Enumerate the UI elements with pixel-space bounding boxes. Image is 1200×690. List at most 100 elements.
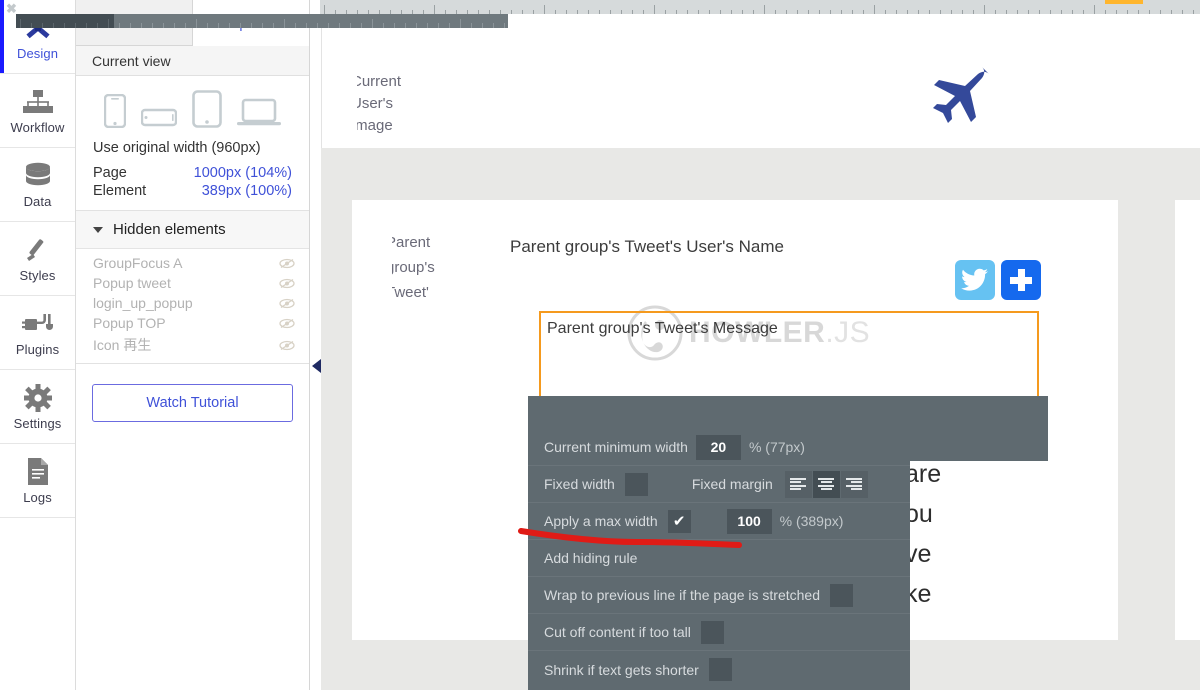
max-width-checkbox[interactable]: ✔: [667, 509, 691, 533]
phone-landscape-icon[interactable]: [140, 106, 177, 128]
slider-tick: [317, 23, 318, 28]
row-fixed-width: Fixed width Fixed margin: [528, 466, 910, 503]
hidden-item-login-up-popup[interactable]: login_up_popup: [76, 293, 309, 313]
hidden-item-groupfocus-a[interactable]: GroupFocus A: [76, 253, 309, 273]
tweet-user-image-placeholder[interactable]: Parent group's Tweet': [392, 230, 472, 306]
hidden-elements-toggle[interactable]: Hidden elements: [76, 211, 309, 249]
align-center-icon[interactable]: [812, 470, 840, 498]
current-user-image-placeholder[interactable]: Current User's Image: [357, 72, 431, 146]
metric-row-element: Element 389px (100%): [76, 182, 309, 200]
align-left-icon[interactable]: [784, 470, 812, 498]
chevron-down-icon: [93, 226, 103, 233]
max-width-label: Apply a max width: [544, 513, 658, 529]
ruler-tick: [874, 5, 875, 14]
add-hiding-rule-label: Add hiding rule: [544, 550, 638, 566]
twitter-bird-icon[interactable]: [955, 260, 995, 300]
min-width-input[interactable]: 20: [695, 434, 741, 460]
primary-nav-rail: Design Workflow Data Styles Plugins Sett…: [0, 0, 76, 690]
slider-tick: [504, 23, 505, 28]
hidden-elements-label: Hidden elements: [113, 221, 226, 238]
tweet-username-text[interactable]: Parent group's Tweet's User's Name: [510, 237, 784, 257]
align-right-icon[interactable]: [840, 470, 868, 498]
slider-tick: [251, 23, 252, 28]
cut-off-checkbox[interactable]: [700, 620, 724, 644]
brush-icon: [22, 235, 54, 265]
phone-portrait-icon[interactable]: [103, 94, 126, 128]
shrink-checkbox[interactable]: [708, 658, 732, 681]
row-apply-max-width: Apply a max width ✔ 100 % (389px): [528, 503, 910, 540]
slider-tick: [493, 23, 494, 28]
tablet-icon[interactable]: [192, 90, 222, 128]
fixed-margin-align-group: [784, 470, 869, 498]
rail-item-settings[interactable]: Settings: [0, 370, 75, 444]
slider-tick: [394, 23, 395, 28]
hidden-item-label: Popup tweet: [93, 275, 171, 291]
rail-label: Settings: [13, 415, 62, 431]
slider-tick: [42, 23, 43, 28]
slider-tick: [174, 23, 175, 28]
slider-tick: [163, 23, 164, 28]
device-selector: [76, 76, 309, 136]
slider-tick: [229, 23, 230, 28]
slider-tick: [97, 23, 98, 28]
tweet-message-text[interactable]: Parent group's Tweet's Message: [547, 320, 778, 338]
placeholder-line-3: Tweet': [392, 284, 429, 301]
rail-item-workflow[interactable]: Workflow: [0, 74, 75, 148]
slider-tick: [273, 23, 274, 28]
slider-tick: [207, 23, 208, 28]
close-icon[interactable]: ✖: [6, 2, 17, 15]
min-width-unit: % (77px): [748, 439, 805, 455]
rail-item-logs[interactable]: Logs: [0, 444, 75, 518]
plus-icon[interactable]: [1001, 260, 1041, 300]
tutorial-section: Watch Tutorial: [76, 364, 309, 690]
placeholder-line-3: Image: [357, 117, 393, 134]
rail-label: Workflow: [10, 119, 65, 135]
slider-tick: [350, 23, 351, 28]
fixed-width-checkbox[interactable]: [624, 472, 648, 496]
ruler-tick: [764, 5, 765, 14]
hidden-item-popup-top[interactable]: Popup TOP: [76, 313, 309, 333]
slider-tick: [482, 23, 483, 28]
slider-tick: [449, 23, 450, 28]
eye-slash-icon[interactable]: [279, 318, 295, 329]
hidden-item-popup-tweet[interactable]: Popup tweet: [76, 273, 309, 293]
eye-slash-icon[interactable]: [279, 258, 295, 269]
collapse-panel-arrow[interactable]: [311, 358, 323, 374]
slider-tick: [141, 23, 142, 28]
eye-slash-icon[interactable]: [279, 298, 295, 309]
metric-value[interactable]: 1000px (104%): [194, 165, 292, 181]
max-width-input[interactable]: 100: [726, 508, 772, 534]
slider-tick: [405, 23, 406, 28]
eye-slash-icon[interactable]: [279, 340, 295, 351]
rail-label: Styles: [19, 267, 56, 283]
slider-tick: [218, 23, 219, 28]
rail-item-styles[interactable]: Styles: [0, 222, 75, 296]
ruler-tick: [324, 5, 325, 14]
row-add-hiding-rule[interactable]: Add hiding rule: [528, 540, 910, 577]
original-width-label: Use original width (960px): [93, 140, 261, 156]
hidden-item-label: login_up_popup: [93, 295, 193, 311]
eye-slash-icon[interactable]: [279, 278, 295, 289]
right-edge-card: [1175, 200, 1200, 640]
hidden-item-label: Popup TOP: [93, 315, 166, 331]
metric-value[interactable]: 389px (100%): [202, 183, 292, 199]
ruler-tick: [1094, 5, 1095, 14]
row-cut-off-content: Cut off content if too tall: [528, 614, 910, 651]
current-view-header: Current view: [76, 46, 309, 76]
hidden-item-icon-saisei[interactable]: Icon 再生: [76, 333, 309, 357]
row-wrap-previous-line: Wrap to previous line if the page is str…: [528, 577, 910, 614]
slider-tick: [240, 23, 241, 28]
airplane-icon[interactable]: [927, 64, 995, 129]
rail-item-data[interactable]: Data: [0, 148, 75, 222]
laptop-icon[interactable]: [237, 98, 282, 128]
min-width-slider[interactable]: [16, 14, 508, 28]
wrap-rule-checkbox[interactable]: [830, 583, 854, 607]
metric-label: Element: [93, 183, 147, 199]
watch-tutorial-button[interactable]: Watch Tutorial: [92, 384, 293, 422]
ruler-tick: [654, 5, 655, 14]
fixed-width-label: Fixed width: [544, 476, 615, 492]
horizontal-ruler[interactable]: [320, 0, 1200, 14]
slider-tick: [339, 23, 340, 28]
slider-tick: [372, 19, 373, 28]
rail-item-plugins[interactable]: Plugins: [0, 296, 75, 370]
